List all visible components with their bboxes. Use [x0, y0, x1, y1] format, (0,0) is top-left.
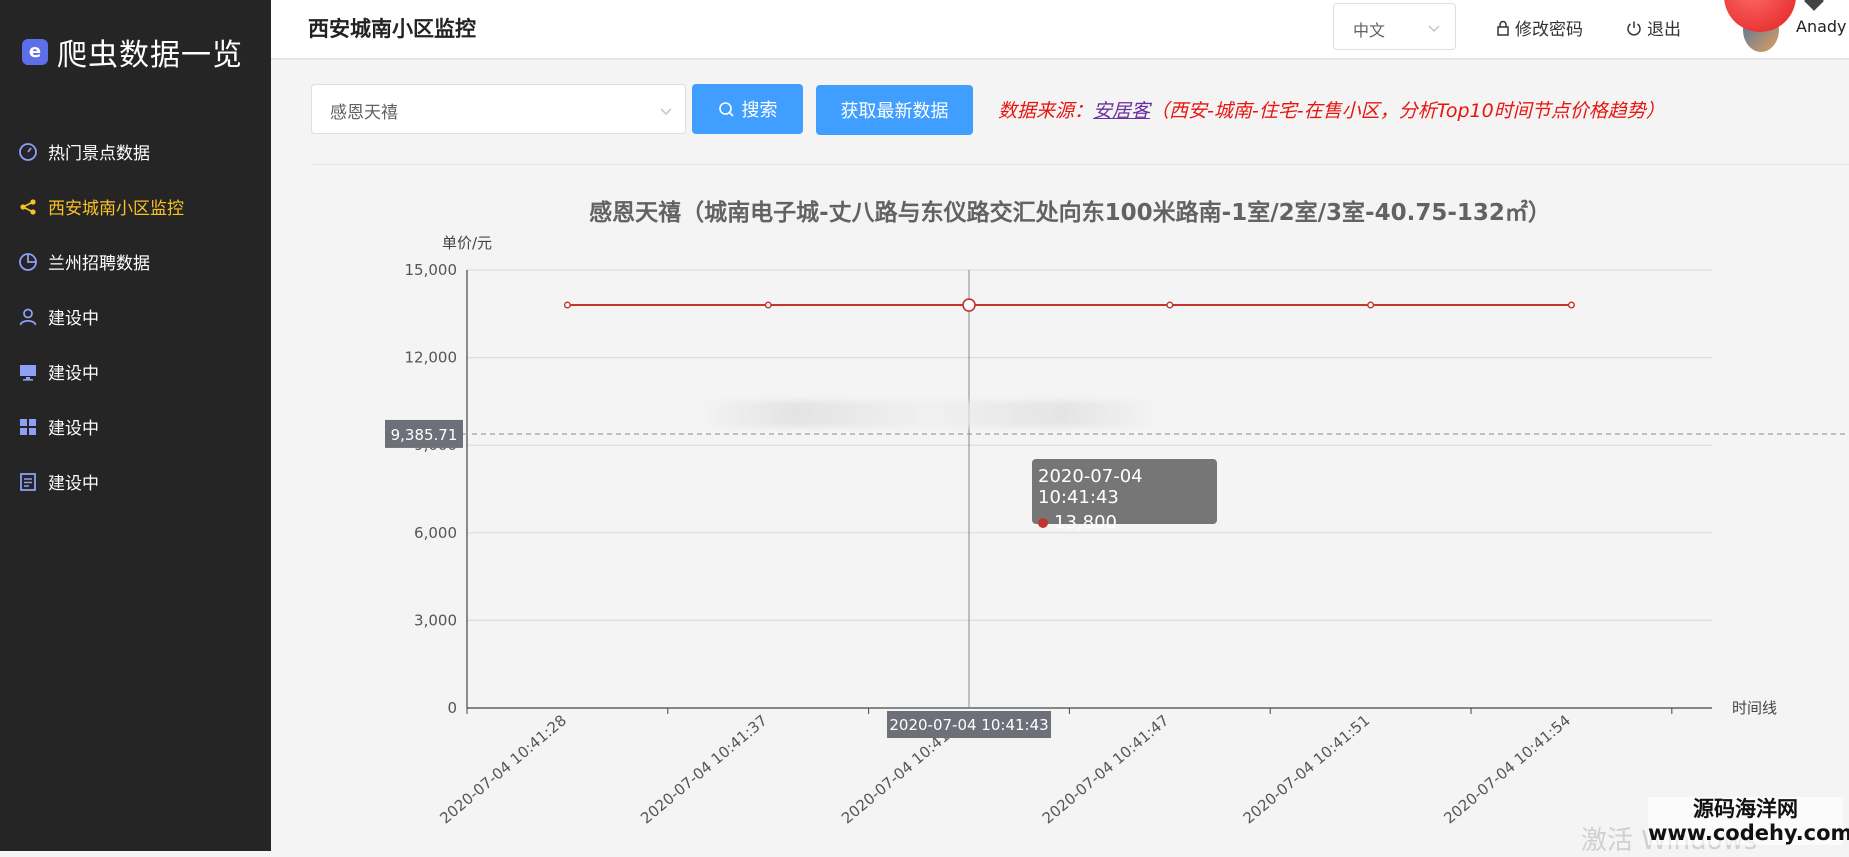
pointer-label: 2020-07-04 10:41:43: [889, 716, 1048, 734]
site-watermark: 源码海洋网 www.codehy.com: [1648, 797, 1849, 845]
x-tick-label: 2020-07-04 10:41:54: [1440, 711, 1574, 827]
y-axis-label: 单价/元: [442, 234, 492, 252]
site-watermark-name: 源码海洋网: [1693, 797, 1798, 821]
data-point: [1367, 301, 1375, 309]
tooltip-time: 2020-07-04 10:41:43: [1038, 466, 1143, 508]
data-point: [1567, 301, 1575, 309]
data-point: [962, 298, 976, 312]
data-point: [764, 301, 772, 309]
data-point: [563, 301, 571, 309]
y-tick-label: 0: [447, 699, 457, 717]
chart-tooltip: 2020-07-04 10:41:43 13,800: [1032, 459, 1217, 533]
x-tick-label: 2020-07-04 10:41:51: [1240, 711, 1374, 827]
average-label: 9,385.71: [391, 426, 458, 444]
x-tick-label: 2020-07-04 10:41:28: [436, 711, 570, 827]
y-tick-label: 3,000: [414, 611, 457, 629]
y-tick-label: 6,000: [414, 524, 457, 542]
y-tick-label: 15,000: [405, 261, 458, 279]
data-point: [1166, 301, 1174, 309]
blurred-region: [705, 401, 1153, 427]
x-axis-label: 时间线: [1732, 699, 1777, 717]
site-watermark-url: www.codehy.com: [1648, 821, 1849, 845]
tooltip-value: 13,800: [1054, 512, 1117, 533]
y-tick-label: 12,000: [405, 349, 458, 367]
series-dot-icon: [1038, 517, 1048, 528]
x-tick-label: 2020-07-04 10:41:47: [1039, 711, 1173, 827]
x-tick-label: 2020-07-04 10:41:37: [637, 711, 771, 827]
